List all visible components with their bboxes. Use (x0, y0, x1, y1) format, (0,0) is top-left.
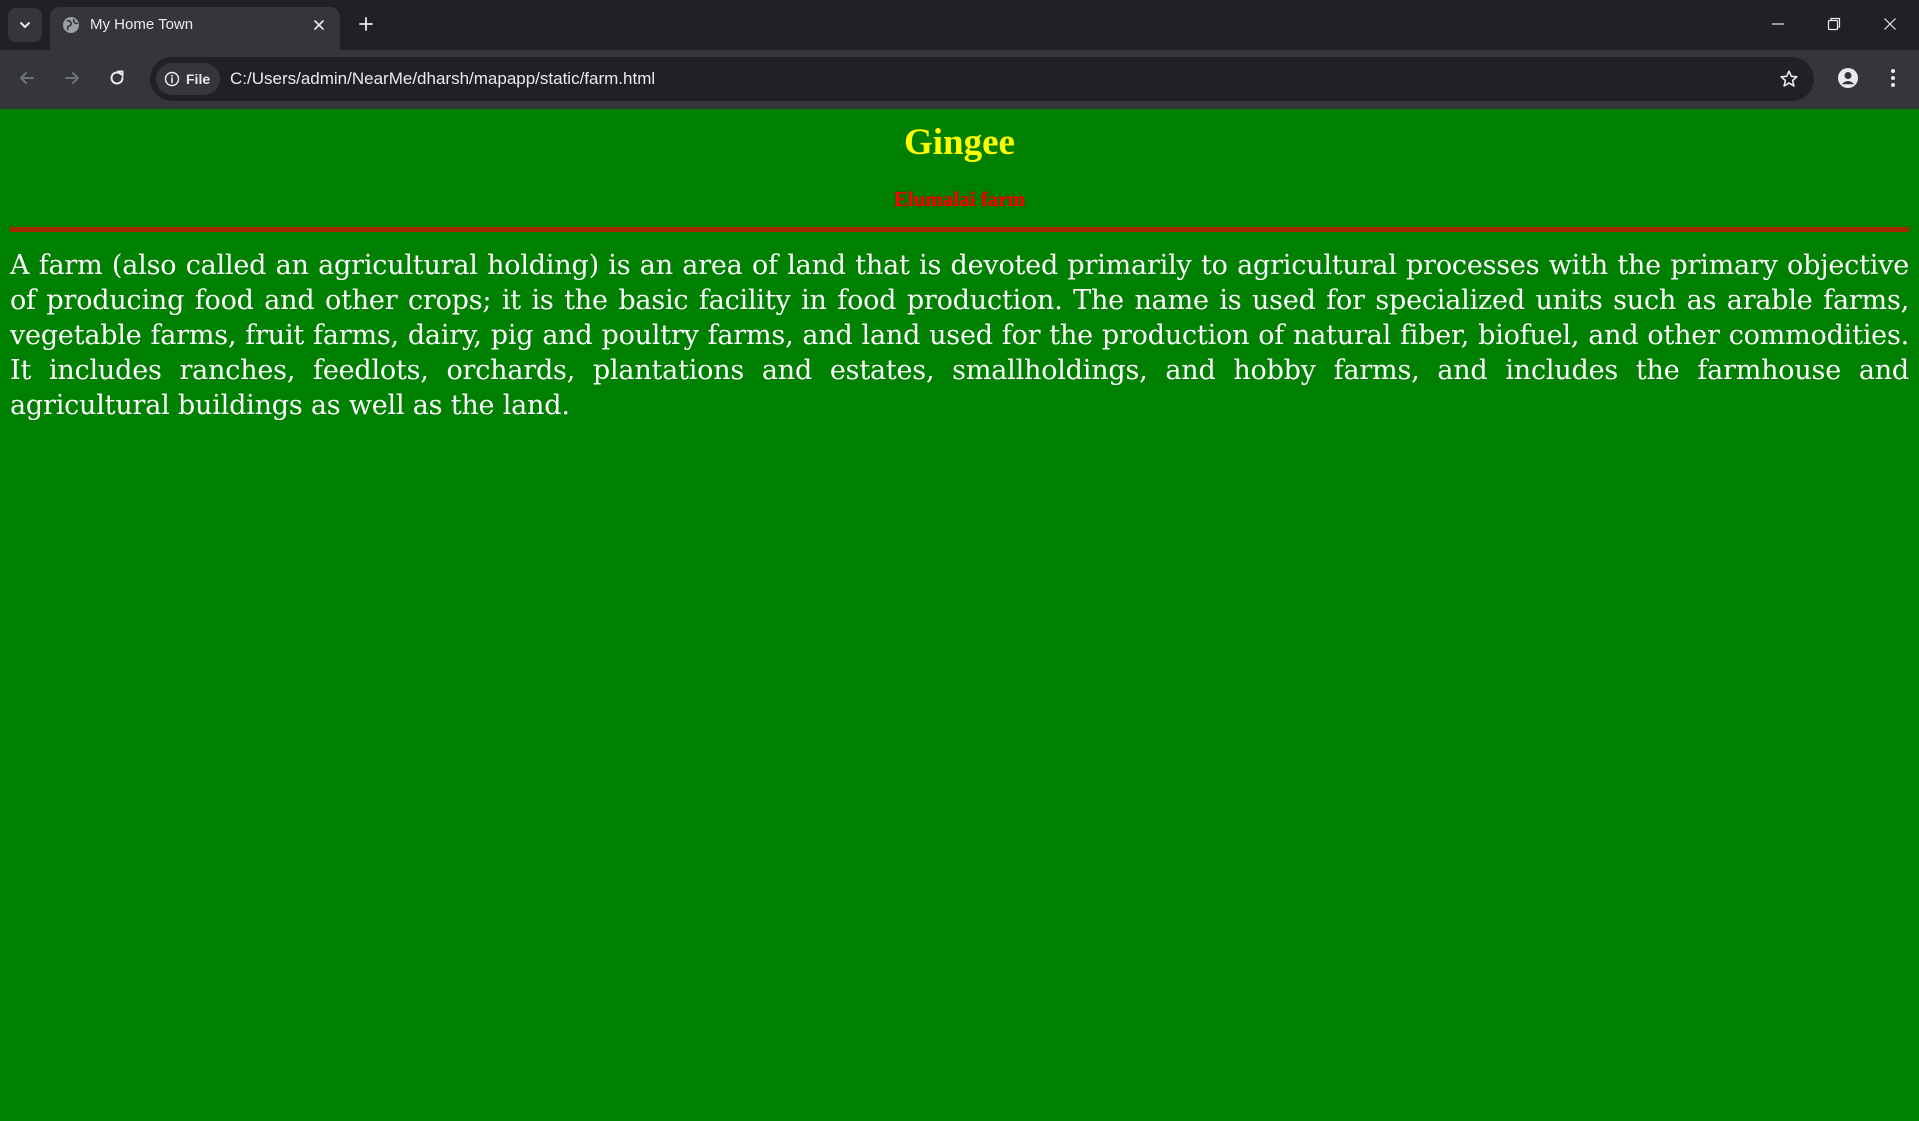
divider (10, 227, 1909, 232)
close-window-button[interactable] (1862, 0, 1918, 48)
site-info-chip[interactable]: File (156, 63, 221, 95)
chevron-down-icon (18, 18, 32, 32)
kebab-menu-icon (1890, 68, 1896, 88)
address-bar[interactable]: File C:/Users/admin/NearMe/dharsh/mapapp… (150, 57, 1814, 101)
menu-button[interactable] (1876, 61, 1910, 95)
browser-toolbar: File C:/Users/admin/NearMe/dharsh/mapapp… (0, 50, 1919, 109)
reload-icon (107, 68, 127, 88)
arrow-right-icon (62, 68, 82, 88)
arrow-left-icon (17, 68, 37, 88)
info-icon (164, 71, 180, 87)
page-subtitle: Elumalai farm (893, 187, 1026, 211)
tab-strip: My Home Town (0, 0, 1919, 50)
globe-icon (62, 16, 80, 34)
restore-icon (1827, 17, 1841, 31)
tab-close-button[interactable] (308, 14, 330, 36)
url-text[interactable]: C:/Users/admin/NearMe/dharsh/mapapp/stat… (230, 70, 655, 88)
file-chip-label: File (186, 71, 211, 87)
browser-chrome: My Home Town File C:/Users/admin/NearMe/… (0, 0, 1919, 109)
close-icon (313, 19, 325, 31)
forward-button[interactable] (55, 61, 89, 95)
page-title: Gingee (904, 122, 1015, 163)
description-paragraph: A farm (also called an agricultural hold… (10, 250, 1909, 421)
tab-title: My Home Town (90, 16, 194, 33)
minimize-button[interactable] (1750, 0, 1806, 48)
person-icon (1837, 67, 1859, 89)
tab-active[interactable]: My Home Town (50, 7, 340, 50)
profile-button[interactable] (1831, 61, 1865, 95)
restore-button[interactable] (1806, 0, 1862, 48)
tab-search-button[interactable] (8, 8, 42, 42)
plus-icon (358, 16, 374, 32)
bookmark-button[interactable] (1772, 62, 1806, 96)
new-tab-button[interactable] (352, 10, 380, 38)
star-icon (1779, 69, 1799, 89)
minimize-icon (1771, 17, 1785, 31)
reload-button[interactable] (100, 61, 134, 95)
back-button[interactable] (10, 61, 44, 95)
page-content: Gingee Elumalai farm A farm (also called… (0, 109, 1919, 1121)
close-icon (1883, 17, 1897, 31)
